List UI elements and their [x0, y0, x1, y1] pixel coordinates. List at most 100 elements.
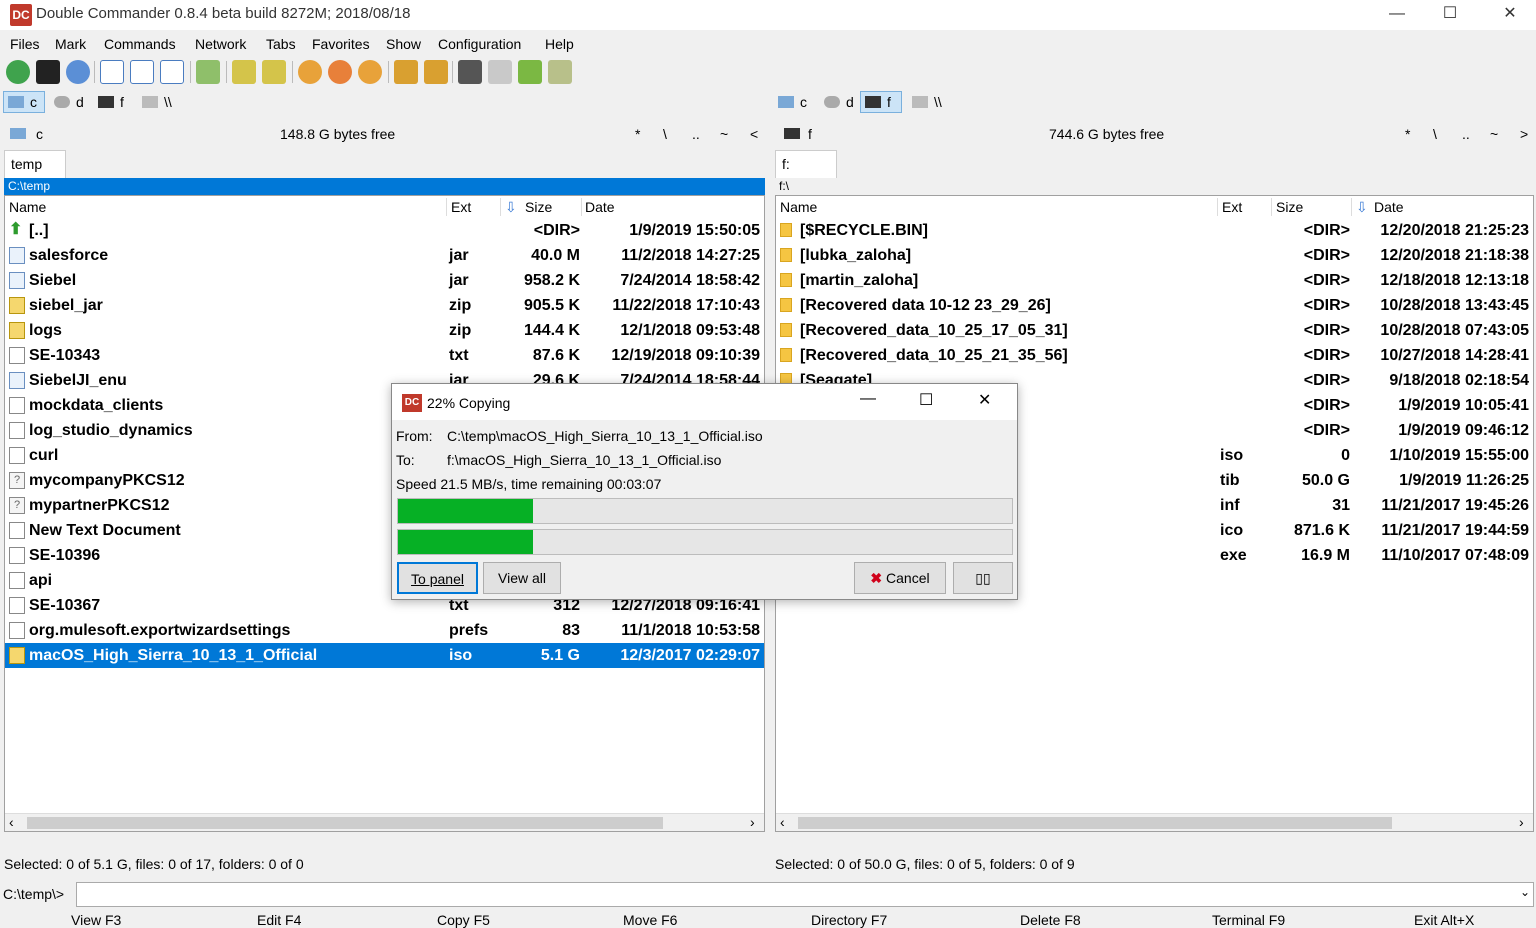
col-size[interactable]: Size — [525, 199, 552, 215]
full-view-icon[interactable] — [130, 60, 154, 84]
multi-rename-icon[interactable] — [298, 60, 322, 84]
right-drive-network[interactable]: \\ — [908, 91, 946, 113]
col-name[interactable]: Name — [780, 199, 817, 215]
left-drive-network[interactable]: \\ — [138, 91, 176, 113]
view-all-button[interactable]: View all — [483, 562, 561, 594]
fn-view-button[interactable]: View F3 — [71, 912, 121, 928]
unpack-icon[interactable] — [424, 60, 448, 84]
table-row[interactable]: macOS_High_Sierra_10_13_1_Official iso 5.1… — [5, 643, 764, 668]
to-panel-button[interactable]: To panel — [397, 562, 478, 594]
cancel-button[interactable]: ✖ Cancel — [854, 562, 946, 594]
fn-copy-button[interactable]: Copy F5 — [437, 912, 490, 928]
nav-home-button[interactable]: ~ — [720, 126, 728, 142]
col-ext[interactable]: Ext — [1222, 199, 1242, 215]
right-horizontal-scrollbar[interactable]: ‹ › — [776, 813, 1533, 831]
table-row[interactable]: [Recovered_data_10_25_17_05_31] <DIR> 10/2… — [776, 318, 1533, 343]
table-row[interactable]: Siebel jar 958.2 K 7/24/2014 18:58:42 — [5, 268, 764, 293]
view-icon[interactable] — [548, 60, 572, 84]
maximize-button[interactable]: ☐ — [1427, 0, 1473, 30]
terminal-icon[interactable] — [36, 60, 60, 84]
left-drive-f[interactable]: f — [94, 91, 128, 113]
right-path-bar[interactable]: f:\ — [775, 178, 1534, 195]
table-row[interactable]: siebel_jar zip 905.5 K 11/22/2018 17:10:43 — [5, 293, 764, 318]
table-row[interactable]: salesforce jar 40.0 M 11/2/2018 14:27:25 — [5, 243, 764, 268]
options-icon[interactable] — [66, 60, 90, 84]
sync-dirs-icon[interactable] — [196, 60, 220, 84]
fn-directory-button[interactable]: Directory F7 — [811, 912, 887, 928]
table-row[interactable]: [Recovered data 10-12 23_29_26] <DIR> 10/2… — [776, 293, 1533, 318]
nav-backslash-button[interactable]: \ — [663, 126, 667, 142]
pause-button[interactable]: ▯▯ — [953, 562, 1013, 594]
copy-left-icon[interactable] — [232, 60, 256, 84]
minimize-button[interactable]: — — [1374, 0, 1420, 30]
fn-exit-button[interactable]: Exit Alt+X — [1414, 912, 1474, 928]
menu-network[interactable]: Network — [195, 36, 246, 52]
left-path-bar[interactable]: C:\temp — [4, 178, 765, 195]
fn-terminal-button[interactable]: Terminal F9 — [1212, 912, 1285, 928]
menu-show[interactable]: Show — [386, 36, 421, 52]
copy-right-icon[interactable] — [262, 60, 286, 84]
folder-icon — [780, 323, 792, 337]
menu-files[interactable]: Files — [10, 36, 40, 52]
dialog-minimize-button[interactable]: — — [860, 390, 876, 408]
command-input[interactable] — [76, 882, 1534, 907]
fn-move-button[interactable]: Move F6 — [623, 912, 677, 928]
nav-back-button[interactable]: < — [750, 126, 758, 142]
table-row[interactable]: SE-10343 txt 87.6 K 12/19/2018 09:10:39 — [5, 343, 764, 368]
brief-view-icon[interactable] — [100, 60, 124, 84]
table-row[interactable]: ⬆ [..] <DIR> 1/9/2019 15:50:05 — [5, 218, 764, 243]
dialog-close-button[interactable]: ✕ — [978, 390, 991, 410]
table-row[interactable]: [lubka_zaloha] <DIR> 12/20/2018 21:18:38 — [776, 243, 1533, 268]
nav-home-button[interactable]: ~ — [1490, 126, 1498, 142]
tab-temp[interactable]: temp — [4, 150, 66, 178]
nav-root-button[interactable]: * — [635, 126, 640, 142]
table-row[interactable]: logs zip 144.4 K 12/1/2018 09:53:48 — [5, 318, 764, 343]
menu-help[interactable]: Help — [545, 36, 574, 52]
right-drive-c[interactable]: c — [774, 91, 811, 113]
scroll-right-icon[interactable]: › — [750, 814, 755, 830]
right-drive-f[interactable]: f — [860, 91, 902, 113]
thumbnail-view-icon[interactable] — [160, 60, 184, 84]
menu-favorites[interactable]: Favorites — [312, 36, 370, 52]
fn-edit-button[interactable]: Edit F4 — [257, 912, 301, 928]
menu-mark[interactable]: Mark — [55, 36, 86, 52]
scroll-right-icon[interactable]: › — [1519, 814, 1524, 830]
col-date[interactable]: Date — [585, 199, 615, 215]
left-drive-d[interactable]: d — [50, 91, 88, 113]
scroll-thumb[interactable] — [798, 817, 1392, 829]
pack-icon[interactable] — [394, 60, 418, 84]
table-row[interactable]: [Recovered_data_10_25_21_35_56] <DIR> 10/2… — [776, 343, 1533, 368]
nav-backslash-button[interactable]: \ — [1433, 126, 1437, 142]
right-drive-d[interactable]: d — [820, 91, 858, 113]
menu-tabs[interactable]: Tabs — [266, 36, 296, 52]
nav-root-button[interactable]: * — [1405, 126, 1410, 142]
col-date[interactable]: Date — [1374, 199, 1404, 215]
table-row[interactable]: [$RECYCLE.BIN] <DIR> 12/20/2018 21:25:23 — [776, 218, 1533, 243]
close-button[interactable]: ✕ — [1487, 0, 1533, 30]
nav-up-button[interactable]: .. — [1462, 126, 1470, 142]
col-ext[interactable]: Ext — [451, 199, 471, 215]
col-size[interactable]: Size — [1276, 199, 1303, 215]
scroll-left-icon[interactable]: ‹ — [780, 814, 785, 830]
cut-icon[interactable] — [328, 60, 352, 84]
left-drive-c[interactable]: c — [3, 91, 45, 113]
left-horizontal-scrollbar[interactable]: ‹ › — [5, 813, 764, 831]
nav-up-button[interactable]: .. — [692, 126, 700, 142]
refresh-icon[interactable] — [6, 60, 30, 84]
dialog-maximize-button[interactable]: ☐ — [919, 390, 933, 410]
table-row[interactable]: [martin_zaloha] <DIR> 12/18/2018 12:13:18 — [776, 268, 1533, 293]
scroll-left-icon[interactable]: ‹ — [9, 814, 14, 830]
table-row[interactable]: org.mulesoft.exportwizardsettings prefs 83… — [5, 618, 764, 643]
paste-icon[interactable] — [358, 60, 382, 84]
tab-f[interactable]: f: — [775, 150, 837, 178]
scroll-thumb[interactable] — [27, 817, 663, 829]
list-icon[interactable] — [518, 60, 542, 84]
menu-commands[interactable]: Commands — [104, 36, 176, 52]
menu-configuration[interactable]: Configuration — [438, 36, 521, 52]
fn-delete-button[interactable]: Delete F8 — [1020, 912, 1081, 928]
edit-icon[interactable] — [488, 60, 512, 84]
col-name[interactable]: Name — [9, 199, 46, 215]
nav-forward-button[interactable]: > — [1520, 126, 1528, 142]
search-icon[interactable] — [458, 60, 482, 84]
chevron-down-icon[interactable]: ⌄ — [1520, 885, 1530, 899]
